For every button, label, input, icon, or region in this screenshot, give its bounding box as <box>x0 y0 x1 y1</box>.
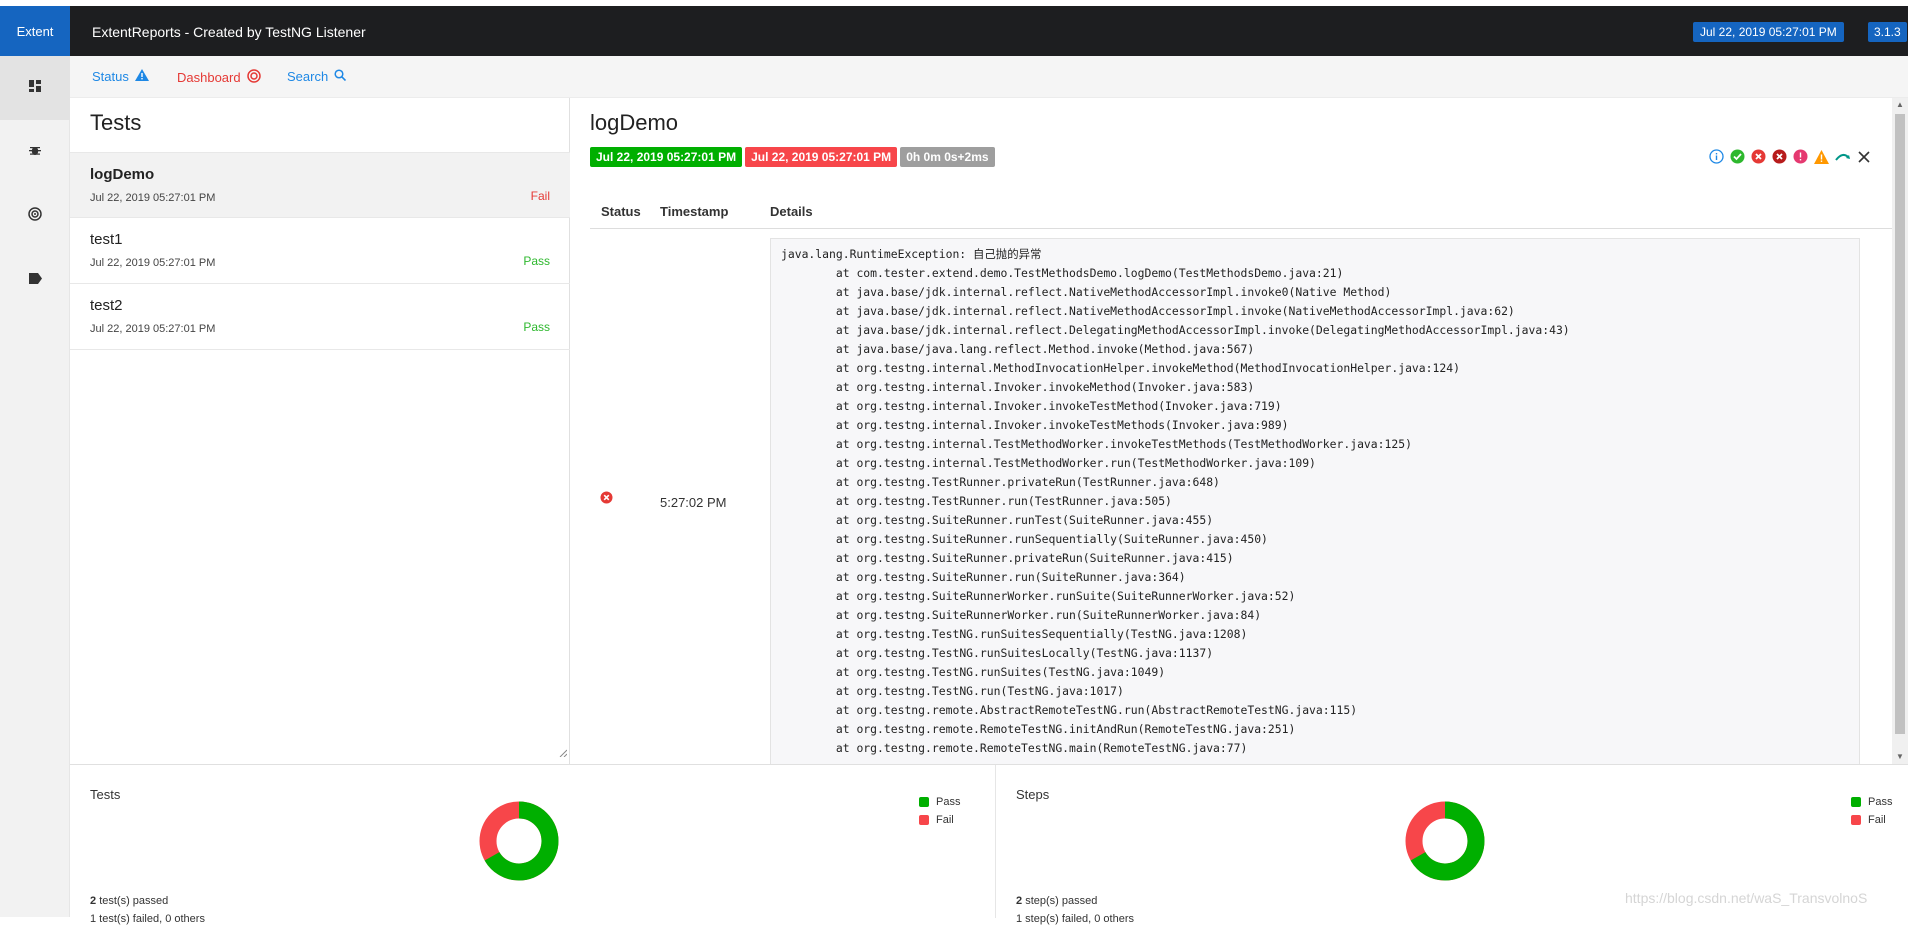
start-time-badge: Jul 22, 2019 05:27:01 PM <box>590 147 743 167</box>
detail-badges: Jul 22, 2019 05:27:01 PM Jul 22, 2019 05… <box>590 147 995 167</box>
column-timestamp: Timestamp <box>660 204 729 219</box>
test-item[interactable]: test1 Jul 22, 2019 05:27:01 PM Pass <box>70 218 570 284</box>
steps-legend: Pass Fail <box>1851 793 1892 829</box>
sub-nav: Status Dashboard Search <box>70 56 1908 98</box>
detail-title: logDemo <box>590 110 679 135</box>
search-button[interactable]: Search <box>287 69 347 84</box>
test-status: Fail <box>530 189 550 203</box>
skip-icon[interactable] <box>1834 148 1851 165</box>
dashboard-button[interactable]: Dashboard <box>177 69 261 86</box>
info-icon[interactable] <box>1708 148 1725 165</box>
legend-fail: Fail <box>919 811 960 829</box>
target-icon <box>28 206 42 226</box>
nav-category-view[interactable] <box>0 120 70 184</box>
log-filter-icons <box>1708 148 1872 165</box>
label-icon <box>28 271 42 289</box>
column-details: Details <box>770 204 813 219</box>
test-status: Pass <box>523 254 550 268</box>
test-name: logDemo <box>90 166 155 183</box>
search-label: Search <box>287 69 329 84</box>
scroll-up-icon[interactable]: ▲ <box>1892 98 1908 112</box>
clear-icon[interactable] <box>1855 148 1872 165</box>
fail-icon[interactable] <box>1750 148 1767 165</box>
column-status: Status <box>601 204 641 219</box>
version-badge: 3.1.3 <box>1868 22 1907 42</box>
end-time-badge: Jul 22, 2019 05:27:01 PM <box>745 147 898 167</box>
fail-status-icon <box>600 491 613 509</box>
test-list-title: Tests <box>90 110 142 135</box>
tests-summary: 2 test(s) passed <box>90 895 169 907</box>
scroll-thumb[interactable] <box>1895 114 1905 734</box>
warning-triangle-icon <box>134 69 149 84</box>
test-detail-panel: logDemo Jul 22, 2019 05:27:01 PM Jul 22,… <box>570 98 1892 764</box>
dashboard-target-icon <box>246 69 261 86</box>
test-status: Pass <box>523 320 550 334</box>
search-icon <box>334 69 347 84</box>
test-item[interactable]: logDemo Jul 22, 2019 05:27:01 PM Fail <box>70 152 570 218</box>
side-nav <box>0 56 70 917</box>
tests-card-title: Tests <box>90 787 121 802</box>
detail-scrollbar[interactable]: ▲ ▼ <box>1892 98 1908 764</box>
nav-exception-view[interactable] <box>0 248 70 312</box>
exception-details: java.lang.RuntimeException: 自己抛的异常 at co… <box>770 238 1860 764</box>
stack-trace: java.lang.RuntimeException: 自己抛的异常 at co… <box>781 247 1570 755</box>
tests-legend: Pass Fail <box>919 793 960 829</box>
report-date-badge: Jul 22, 2019 05:27:01 PM <box>1693 22 1844 42</box>
test-item[interactable]: test2 Jul 22, 2019 05:27:01 PM Pass <box>70 284 570 350</box>
error-icon[interactable] <box>1792 148 1809 165</box>
test-time: Jul 22, 2019 05:27:01 PM <box>90 323 216 335</box>
nav-dashboard-view[interactable] <box>0 184 70 248</box>
test-name: test1 <box>90 231 123 248</box>
report-title: ExtentReports - Created by TestNG Listen… <box>92 24 366 40</box>
fatal-icon[interactable] <box>1771 148 1788 165</box>
watermark: https://blog.csdn.net/waS_TransvolnoS <box>1625 890 1868 906</box>
tests-donut-chart <box>479 801 559 881</box>
duration-badge: 0h 0m 0s+2ms <box>900 147 995 167</box>
table-header-divider <box>590 228 1892 229</box>
tests-summary-line2: 1 test(s) failed, 0 others <box>90 913 205 925</box>
resize-grip-icon[interactable] <box>559 744 568 762</box>
legend-pass: Pass <box>1851 793 1892 811</box>
status-filter-label: Status <box>92 69 129 84</box>
test-time: Jul 22, 2019 05:27:01 PM <box>90 257 216 269</box>
steps-card-title: Steps <box>1016 787 1050 802</box>
warning-icon[interactable] <box>1813 148 1830 165</box>
steps-summary: 2 step(s) passed <box>1016 895 1098 907</box>
legend-pass: Pass <box>919 793 960 811</box>
pass-icon[interactable] <box>1729 148 1746 165</box>
steps-donut-chart <box>1405 801 1485 881</box>
status-filter-button[interactable]: Status <box>92 69 149 84</box>
bug-icon <box>29 143 41 161</box>
log-timestamp: 5:27:02 PM <box>660 495 727 510</box>
nav-test-view[interactable] <box>0 56 70 120</box>
test-time: Jul 22, 2019 05:27:01 PM <box>90 192 216 204</box>
scroll-down-icon[interactable]: ▼ <box>1892 750 1908 764</box>
dashboard-label: Dashboard <box>177 70 241 85</box>
legend-fail: Fail <box>1851 811 1892 829</box>
test-name: test2 <box>90 297 123 314</box>
brand-logo[interactable]: Extent <box>0 6 70 56</box>
test-list-panel: Tests logDemo Jul 22, 2019 05:27:01 PM F… <box>70 98 570 764</box>
tests-summary-card: Tests Pass Fail 2 test(s) passed 1 test(… <box>70 765 995 925</box>
steps-summary-line2: 1 step(s) failed, 0 others <box>1016 913 1135 925</box>
dashboard-grid-icon <box>29 79 41 97</box>
